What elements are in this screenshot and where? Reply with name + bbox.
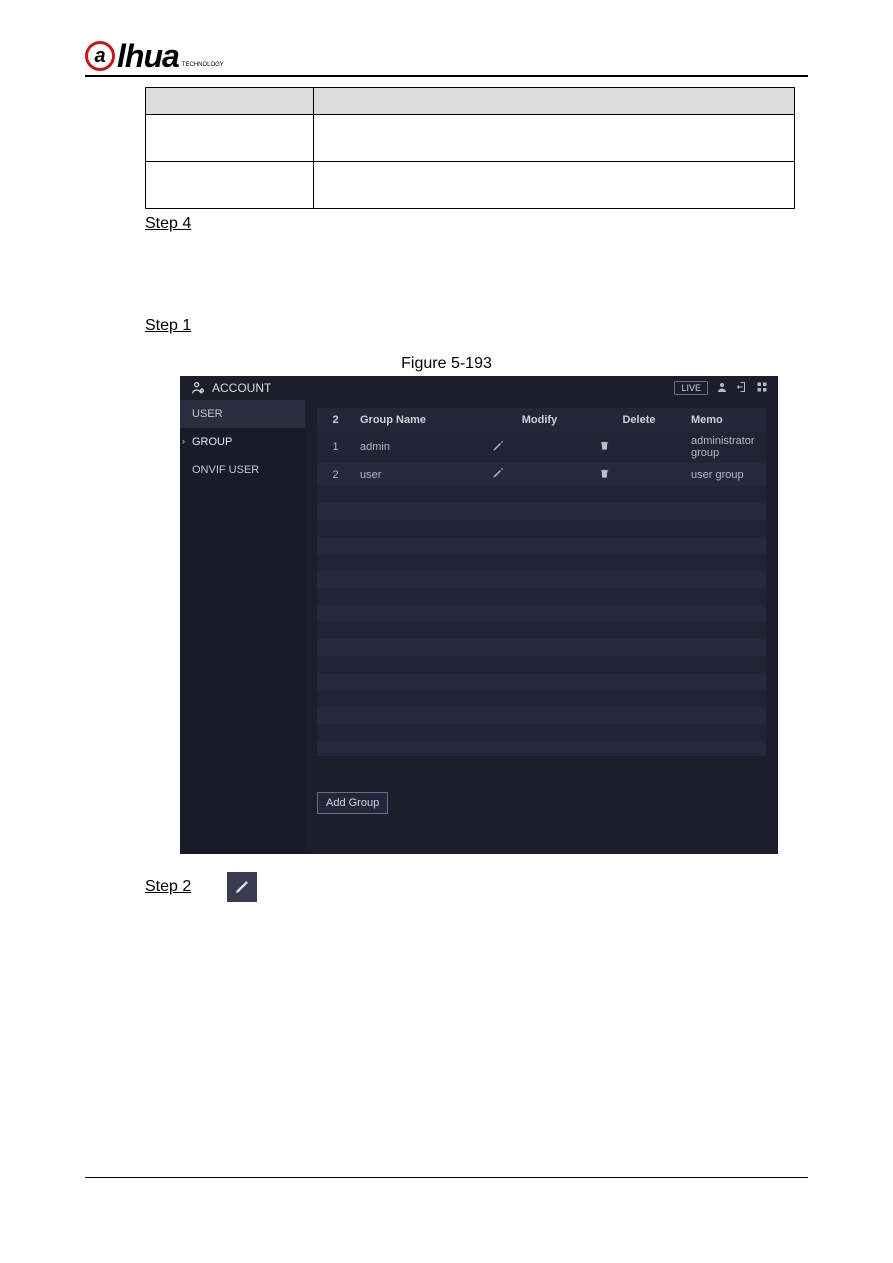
user-icon[interactable] xyxy=(716,381,728,396)
spec-table-cell xyxy=(314,115,795,162)
step-4-label: Step 4 xyxy=(145,215,191,233)
delete-button[interactable] xyxy=(593,431,685,463)
pencil-icon xyxy=(227,872,257,902)
row-name: admin xyxy=(354,431,486,463)
step-2-label: Step 2 xyxy=(145,878,191,896)
col-modify: Modify xyxy=(486,408,593,431)
empty-rows-area xyxy=(317,486,766,756)
sidebar-item-label: ONVIF USER xyxy=(192,464,259,476)
figure-caption: Figure 5-193 xyxy=(85,355,808,373)
logo-subtext: TECHNOLOGY xyxy=(182,62,224,68)
modify-button[interactable] xyxy=(486,463,593,486)
logo-text: lhua xyxy=(117,40,179,72)
sidebar-item-label: GROUP xyxy=(192,436,232,448)
row-index: 1 xyxy=(317,431,354,463)
spec-table-cell xyxy=(146,162,314,209)
col-delete: Delete xyxy=(593,408,685,431)
screenshot-title: ACCOUNT xyxy=(212,381,271,395)
table-row[interactable]: 2 user user group xyxy=(317,463,766,486)
spec-table xyxy=(145,87,795,209)
table-row[interactable]: 1 admin administrator group xyxy=(317,431,766,463)
row-memo: administrator group xyxy=(685,431,766,463)
sidebar-item-label: USER xyxy=(192,408,223,420)
grid-icon[interactable] xyxy=(756,381,768,396)
spec-table-header-2 xyxy=(314,88,795,115)
sidebar-item-group[interactable]: › GROUP xyxy=(180,428,305,456)
account-screenshot: ACCOUNT LIVE xyxy=(180,376,778,854)
logo-at-symbol: a xyxy=(85,41,115,71)
spec-table-header-1 xyxy=(146,88,314,115)
group-table: 2 Group Name Modify Delete Memo 1 admin xyxy=(317,408,766,486)
logout-icon[interactable] xyxy=(736,381,748,396)
spec-table-cell xyxy=(146,115,314,162)
live-badge[interactable]: LIVE xyxy=(674,381,708,395)
sidebar: USER › GROUP ONVIF USER xyxy=(180,400,305,854)
spec-table-cell xyxy=(314,162,795,209)
footer-divider xyxy=(85,1177,808,1178)
sidebar-item-onvif-user[interactable]: ONVIF USER xyxy=(180,456,305,484)
col-group-name: Group Name xyxy=(354,408,486,431)
sidebar-item-user[interactable]: USER xyxy=(180,400,305,428)
add-group-button[interactable]: Add Group xyxy=(317,792,388,814)
row-name: user xyxy=(354,463,486,486)
account-icon xyxy=(190,380,206,396)
step-1-label: Step 1 xyxy=(145,317,191,335)
brand-logo: a lhua TECHNOLOGY xyxy=(85,40,808,72)
row-memo: user group xyxy=(685,463,766,486)
col-count: 2 xyxy=(317,408,354,431)
row-index: 2 xyxy=(317,463,354,486)
chevron-right-icon: › xyxy=(182,436,185,446)
delete-button[interactable] xyxy=(593,463,685,486)
col-memo: Memo xyxy=(685,408,766,431)
header-divider xyxy=(85,75,808,77)
screenshot-header: ACCOUNT LIVE xyxy=(180,376,778,400)
modify-button[interactable] xyxy=(486,431,593,463)
